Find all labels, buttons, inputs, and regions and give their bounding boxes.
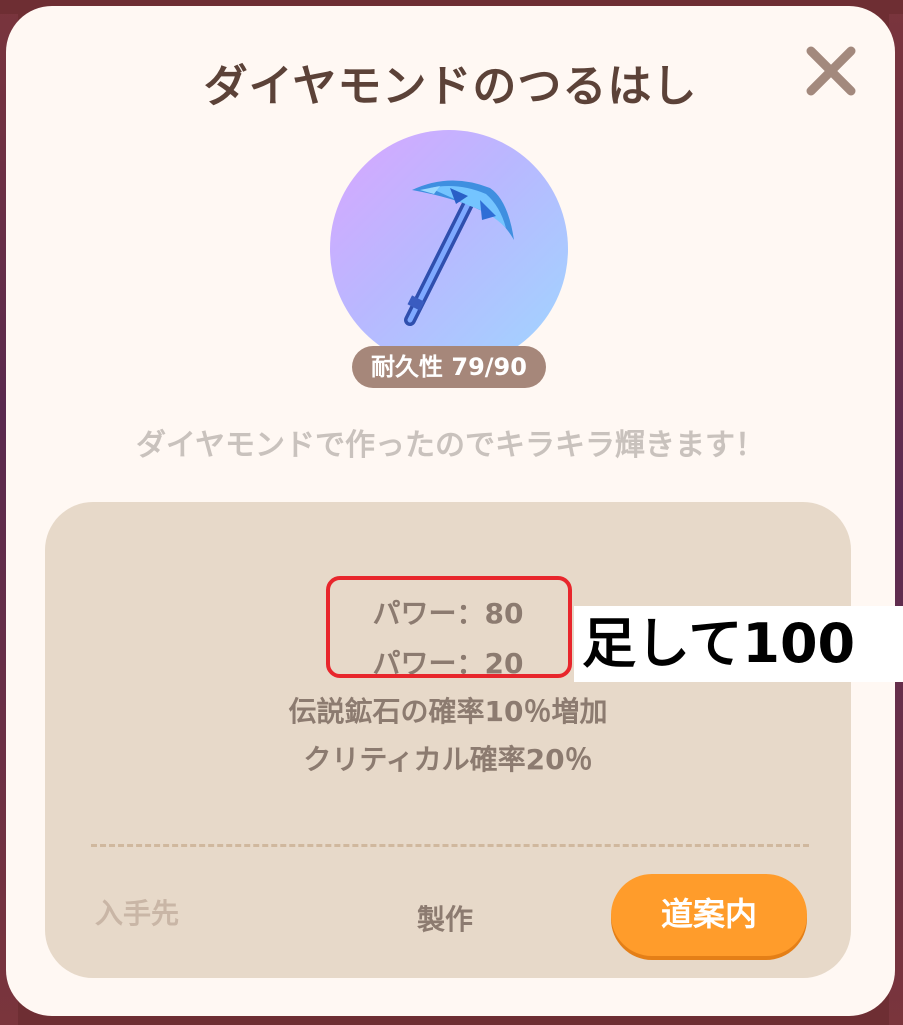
divider	[91, 844, 809, 847]
close-icon	[806, 46, 856, 96]
item-detail-dialog: ダイヤモンドのつるはし 耐久性 79/90 ダイヤモンドで作ったのでキラキラ輝き…	[6, 6, 895, 1016]
dialog-title: ダイヤモンドのつるはし	[203, 61, 698, 112]
stat-critical: クリティカル確率20％	[303, 743, 593, 776]
source-value: 製作	[417, 903, 474, 936]
close-button[interactable]	[802, 42, 860, 100]
annotation-highlight-box	[326, 576, 572, 678]
source-label: 入手先	[95, 897, 180, 930]
item-description: ダイヤモンドで作ったのでキラキラ輝きます！	[135, 428, 766, 463]
diamond-pickaxe-icon	[404, 180, 514, 326]
durability-badge: 耐久性 79/90	[352, 346, 546, 388]
guide-button[interactable]: 道案内	[611, 874, 807, 956]
stat-legend-ore: 伝説鉱石の確率10％増加	[288, 695, 608, 728]
annotation-label: 足して100	[574, 606, 903, 682]
item-image	[330, 130, 568, 368]
info-panel: パワー：80 パワー：20 伝説鉱石の確率10％増加 クリティカル確率20％ 入…	[45, 502, 851, 978]
